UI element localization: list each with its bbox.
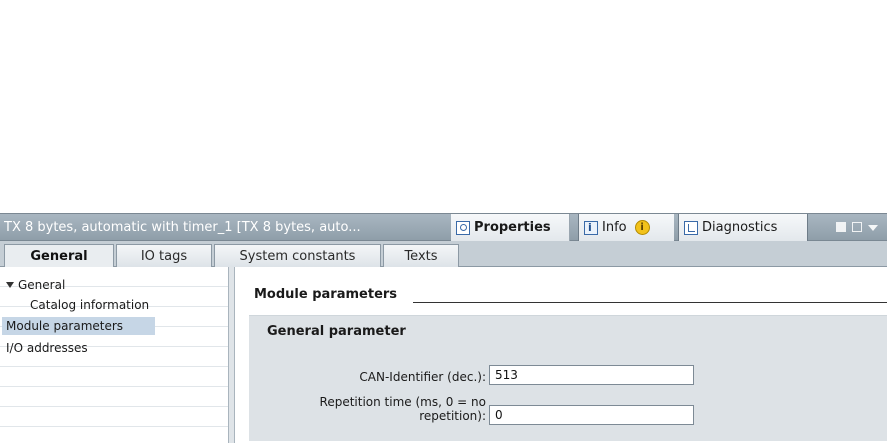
sub-tab-bar: General IO tags System constants Texts bbox=[0, 241, 887, 268]
module-parameters-panel: Module parameters General parameter CAN-… bbox=[236, 267, 887, 443]
tab-texts[interactable]: Texts bbox=[383, 244, 459, 267]
tab-diagnostics[interactable]: Diagnostics bbox=[678, 214, 808, 241]
tab-system-constants[interactable]: System constants bbox=[214, 244, 381, 267]
repetition-time-input[interactable]: 0 bbox=[489, 405, 694, 425]
tab-general[interactable]: General bbox=[4, 244, 114, 268]
nav-item-io-addresses[interactable]: I/O addresses bbox=[2, 339, 92, 357]
repetition-time-label: Repetition time (ms, 0 = no repetition): bbox=[249, 395, 486, 423]
tab-diagnostics-label: Diagnostics bbox=[702, 220, 778, 235]
nav-item-general[interactable]: General bbox=[2, 276, 69, 294]
nav-item-general-label: General bbox=[18, 278, 66, 292]
section-divider bbox=[413, 302, 887, 303]
section-title: Module parameters bbox=[254, 287, 398, 302]
general-parameter-group: General parameter CAN-Identifier (dec.):… bbox=[249, 315, 887, 441]
repetition-time-label-line2: repetition): bbox=[419, 409, 486, 423]
tab-io-tags[interactable]: IO tags bbox=[116, 244, 212, 267]
tab-properties-label: Properties bbox=[474, 220, 551, 235]
maximize-icon[interactable] bbox=[852, 222, 862, 232]
group-title: General parameter bbox=[267, 324, 406, 339]
menu-chevron-icon[interactable] bbox=[868, 225, 878, 231]
expand-caret-icon[interactable] bbox=[6, 282, 14, 288]
nav-item-module-parameters[interactable]: Module parameters bbox=[2, 317, 155, 335]
properties-icon bbox=[456, 220, 470, 235]
info-icon bbox=[584, 220, 598, 235]
tab-properties[interactable]: Properties bbox=[451, 214, 570, 241]
diagnostics-icon bbox=[684, 220, 698, 235]
inspector-title: TX 8 bytes, automatic with timer_1 [TX 8… bbox=[4, 220, 361, 235]
tab-info[interactable]: Info i bbox=[578, 214, 674, 241]
inspector-title-bar: TX 8 bytes, automatic with timer_1 [TX 8… bbox=[0, 213, 887, 241]
info-badge-icon: i bbox=[634, 220, 650, 235]
can-identifier-label: CAN-Identifier (dec.): bbox=[359, 370, 486, 384]
nav-splitter[interactable] bbox=[228, 267, 235, 443]
can-identifier-input[interactable]: 513 bbox=[489, 365, 694, 385]
float-window-icon[interactable] bbox=[836, 222, 846, 232]
nav-row bbox=[0, 387, 228, 407]
tab-info-label: Info bbox=[602, 220, 627, 235]
nav-row bbox=[0, 407, 228, 427]
repetition-time-label-line1: Repetition time (ms, 0 = no bbox=[319, 395, 486, 409]
nav-item-catalog-information[interactable]: Catalog information bbox=[26, 296, 153, 314]
properties-content: General Catalog information Module param… bbox=[0, 267, 887, 443]
properties-nav: General Catalog information Module param… bbox=[0, 267, 228, 443]
nav-row bbox=[0, 367, 228, 387]
